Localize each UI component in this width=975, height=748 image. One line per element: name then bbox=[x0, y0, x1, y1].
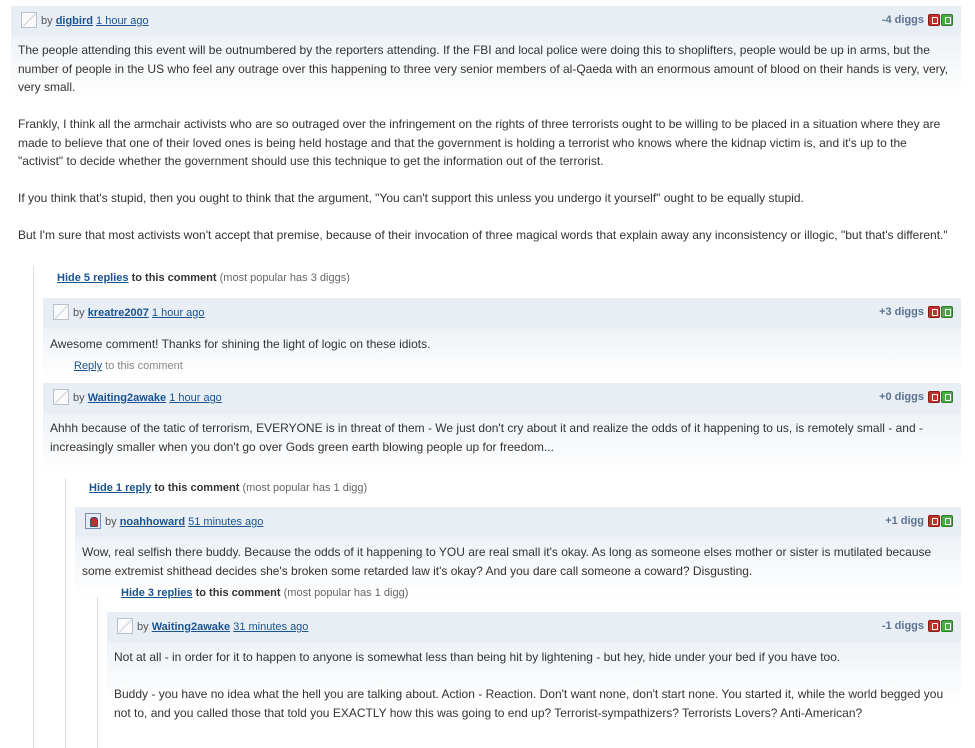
comment-body: Wow, real selfish there buddy. Because t… bbox=[75, 537, 961, 580]
digg-controls: +1 digg bbox=[885, 513, 953, 529]
bury-icon[interactable] bbox=[928, 391, 940, 403]
replies-note: (most popular has 3 diggs) bbox=[219, 272, 350, 284]
digg-controls: +0 diggs bbox=[879, 389, 953, 405]
comment-paragraph: Ahhh because of the tatic of terrorism, … bbox=[50, 421, 923, 454]
comment: by digbird 1 hour ago -4 diggs The peopl… bbox=[11, 6, 961, 245]
digg-up-icon[interactable] bbox=[941, 515, 953, 527]
thread-line bbox=[65, 478, 66, 748]
bury-icon[interactable] bbox=[928, 515, 940, 527]
comment: by Waiting2awake 31 minutes ago -1 diggs… bbox=[107, 612, 961, 722]
digg-controls: -4 diggs bbox=[882, 12, 953, 28]
digg-up-icon[interactable] bbox=[941, 620, 953, 632]
replies-toggle: Hide 3 replies to this comment (most pop… bbox=[121, 587, 408, 599]
comment-paragraph: But I'm sure that most activists won't a… bbox=[18, 228, 948, 242]
comment: by noahhoward 51 minutes ago +1 digg Wow… bbox=[75, 507, 961, 597]
replies-label: to this comment bbox=[154, 482, 240, 494]
thread-line bbox=[33, 266, 34, 748]
byline: by digbird 1 hour ago bbox=[41, 15, 149, 27]
comment-header: by Waiting2awake 31 minutes ago -1 diggs bbox=[107, 612, 961, 642]
digg-count: +0 diggs bbox=[879, 391, 924, 403]
comment-paragraph: The people attending this event will be … bbox=[18, 43, 949, 94]
comment-header: by noahhoward 51 minutes ago +1 digg bbox=[75, 507, 961, 537]
comment-paragraph: Awesome comment! Thanks for shining the … bbox=[50, 337, 431, 351]
thread-line bbox=[97, 584, 98, 748]
reply-action: Reply to this comment bbox=[74, 360, 183, 372]
digg-up-icon[interactable] bbox=[941, 391, 953, 403]
replies-note: (most popular has 1 digg) bbox=[283, 587, 409, 599]
hide-replies-link[interactable]: Hide 5 replies bbox=[57, 272, 129, 284]
user-avatar-icon[interactable] bbox=[85, 513, 101, 529]
digg-count: +3 diggs bbox=[879, 306, 924, 318]
by-label: by bbox=[73, 307, 85, 319]
reply-link[interactable]: Reply bbox=[74, 360, 102, 372]
replies-toggle: Hide 5 replies to this comment (most pop… bbox=[57, 272, 350, 284]
comment-paragraph: Buddy - you have no idea what the hell y… bbox=[114, 687, 944, 720]
digg-count: +1 digg bbox=[885, 515, 924, 527]
digg-up-icon[interactable] bbox=[941, 306, 953, 318]
by-label: by bbox=[41, 15, 53, 27]
comment-paragraph: Frankly, I think all the armchair activi… bbox=[18, 117, 941, 168]
comment: by Waiting2awake 1 hour ago +0 diggs Ahh… bbox=[43, 383, 961, 473]
byline: by Waiting2awake 1 hour ago bbox=[73, 392, 222, 404]
timestamp-link[interactable]: 31 minutes ago bbox=[233, 621, 308, 633]
bury-icon[interactable] bbox=[928, 14, 940, 26]
username-link[interactable]: digbird bbox=[56, 15, 93, 27]
replies-label: to this comment bbox=[195, 587, 281, 599]
timestamp-link[interactable]: 51 minutes ago bbox=[188, 516, 263, 528]
comment-header: by digbird 1 hour ago -4 diggs bbox=[11, 6, 961, 36]
default-avatar-icon[interactable] bbox=[117, 618, 133, 634]
by-label: by bbox=[105, 516, 117, 528]
username-link[interactable]: kreatre2007 bbox=[88, 307, 149, 319]
digg-count: -1 diggs bbox=[881, 620, 924, 632]
by-label: by bbox=[137, 621, 149, 633]
digg-count: -4 diggs bbox=[881, 14, 924, 26]
username-link[interactable]: Waiting2awake bbox=[88, 392, 166, 404]
timestamp-link[interactable]: 1 hour ago bbox=[169, 392, 222, 404]
bury-icon[interactable] bbox=[928, 620, 940, 632]
timestamp-link[interactable]: 1 hour ago bbox=[152, 307, 205, 319]
comment-paragraph: If you think that's stupid, then you oug… bbox=[18, 191, 804, 205]
by-label: by bbox=[73, 392, 85, 404]
replies-toggle: Hide 1 reply to this comment (most popul… bbox=[89, 482, 367, 494]
replies-note: (most popular has 1 digg) bbox=[242, 482, 368, 494]
timestamp-link[interactable]: 1 hour ago bbox=[96, 15, 149, 27]
default-avatar-icon[interactable] bbox=[21, 12, 37, 28]
comment-header: by Waiting2awake 1 hour ago +0 diggs bbox=[43, 383, 961, 413]
digg-up-icon[interactable] bbox=[941, 14, 953, 26]
byline: by kreatre2007 1 hour ago bbox=[73, 307, 205, 319]
replies-label: to this comment bbox=[131, 272, 217, 284]
comment-header: by kreatre2007 1 hour ago +3 diggs bbox=[43, 298, 961, 328]
comment-body: The people attending this event will be … bbox=[11, 36, 961, 245]
username-link[interactable]: noahhoward bbox=[120, 516, 185, 528]
comment-body: Awesome comment! Thanks for shining the … bbox=[43, 328, 961, 354]
hide-replies-link[interactable]: Hide 1 reply bbox=[89, 482, 151, 494]
comment-body: Not at all - in order for it to happen t… bbox=[107, 642, 961, 722]
byline: by noahhoward 51 minutes ago bbox=[105, 516, 263, 528]
default-avatar-icon[interactable] bbox=[53, 304, 69, 320]
hide-replies-link[interactable]: Hide 3 replies bbox=[121, 587, 193, 599]
digg-controls: -1 diggs bbox=[882, 618, 953, 634]
username-link[interactable]: Waiting2awake bbox=[152, 621, 230, 633]
digg-controls: +3 diggs bbox=[879, 304, 953, 320]
comment-paragraph: Wow, real selfish there buddy. Because t… bbox=[82, 545, 932, 578]
comment-paragraph: Not at all - in order for it to happen t… bbox=[114, 650, 841, 664]
default-avatar-icon[interactable] bbox=[53, 389, 69, 405]
comment-body: Ahhh because of the tatic of terrorism, … bbox=[43, 413, 961, 456]
byline: by Waiting2awake 31 minutes ago bbox=[137, 621, 308, 633]
comment: by kreatre2007 1 hour ago +3 diggs Aweso… bbox=[43, 298, 961, 378]
reply-label: to this comment bbox=[105, 360, 183, 372]
bury-icon[interactable] bbox=[928, 306, 940, 318]
